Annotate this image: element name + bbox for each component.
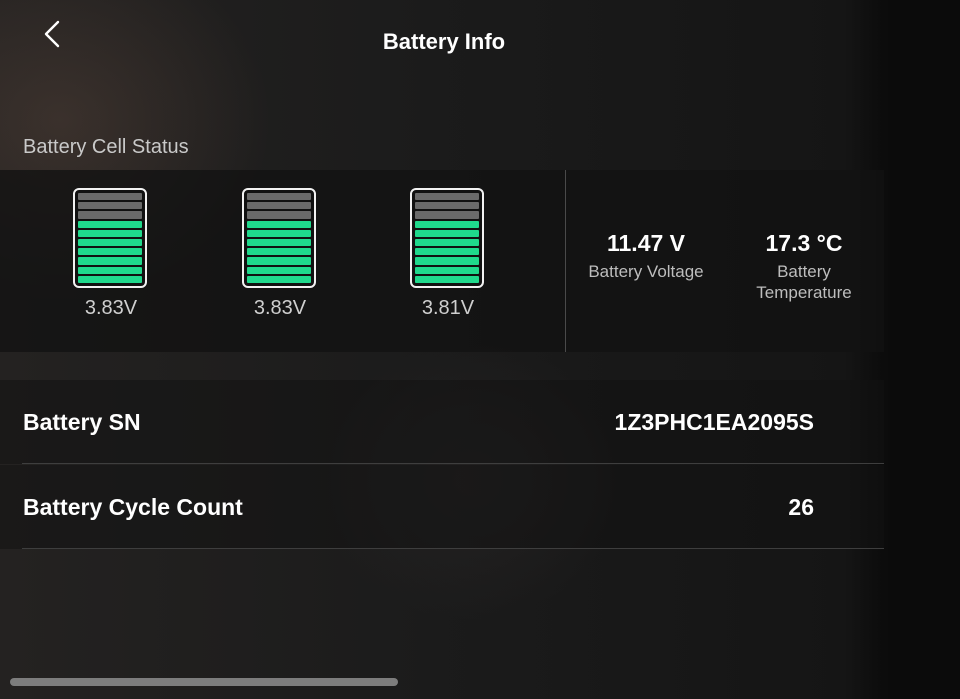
row-divider	[22, 463, 884, 464]
battery-cell-icon	[410, 188, 484, 288]
cell-segment-filled	[78, 275, 142, 284]
battery-cycle-label: Battery Cycle Count	[23, 494, 243, 520]
panel-divider	[565, 170, 566, 352]
cell-segment-empty	[78, 202, 142, 210]
battery-cycle-value: 26	[788, 494, 814, 520]
cell-segment-filled	[415, 266, 479, 274]
page-title: Battery Info	[382, 29, 506, 54]
battery-sn-row: Battery SN 1Z3PHC1EA2095S	[0, 380, 884, 464]
cell-segment-filled	[247, 275, 311, 284]
battery-sn-label: Battery SN	[23, 409, 141, 435]
battery-cell-1: 3.83V	[72, 188, 152, 320]
right-edge-strip	[888, 0, 960, 699]
cell-voltage: 3.83V	[253, 297, 307, 319]
cell-segment-empty	[247, 211, 311, 219]
cell-segment-empty	[78, 211, 142, 219]
cell-segment-filled	[247, 248, 311, 256]
battery-temperature-value: 17.3 °C	[765, 230, 843, 256]
cell-voltage: 3.81V	[421, 297, 475, 319]
battery-sn-value: 1Z3PHC1EA2095S	[614, 409, 814, 435]
cell-segment-empty	[415, 193, 479, 201]
battery-cell-2: 3.83V	[241, 188, 321, 320]
cell-segment-empty	[415, 211, 479, 219]
battery-cell-icon	[73, 188, 147, 288]
battery-temperature-stat: 17.3 °C Battery Temperature	[734, 230, 874, 303]
battery-cell-3: 3.81V	[409, 188, 489, 320]
cell-segment-filled	[415, 239, 479, 247]
cell-voltage: 3.83V	[84, 297, 138, 319]
cell-segment-filled	[78, 257, 142, 265]
cell-segment-filled	[247, 239, 311, 247]
cell-segment-empty	[78, 193, 142, 201]
cell-segment-empty	[247, 202, 311, 210]
cell-segment-filled	[78, 248, 142, 256]
cell-segment-filled	[415, 248, 479, 256]
battery-voltage-stat: 11.47 V Battery Voltage	[576, 230, 716, 282]
battery-voltage-value: 11.47 V	[606, 230, 686, 256]
cell-segment-filled	[78, 229, 142, 238]
cell-status-label: Battery Cell Status	[23, 136, 189, 158]
row-divider	[22, 548, 884, 549]
cell-segment-empty	[415, 202, 479, 210]
cell-segment-filled	[247, 220, 311, 228]
battery-temperature-label: Battery Temperature	[734, 261, 874, 303]
horizontal-scrollbar[interactable]	[10, 678, 398, 686]
cell-segment-filled	[415, 220, 479, 228]
battery-voltage-label: Battery Voltage	[588, 262, 704, 281]
battery-cell-icon	[242, 188, 316, 288]
cell-segment-filled	[247, 266, 311, 274]
cell-segment-filled	[247, 257, 311, 265]
cell-segment-filled	[415, 275, 479, 284]
battery-temperature-label-line1: Battery	[777, 262, 831, 281]
header: Battery Info	[0, 0, 888, 90]
cell-segment-empty	[247, 193, 311, 201]
cell-segment-filled	[78, 266, 142, 274]
battery-temperature-label-line2: Temperature	[756, 283, 852, 302]
cell-status-panel: 3.83V 3.83V 3.81V 11.47 V Battery Voltag…	[0, 170, 884, 352]
cell-segment-filled	[415, 229, 479, 238]
cell-segment-filled	[78, 239, 142, 247]
battery-cycle-row: Battery Cycle Count 26	[0, 465, 884, 549]
cell-segment-filled	[415, 257, 479, 265]
cell-segment-filled	[78, 220, 142, 228]
cell-segment-filled	[247, 229, 311, 238]
